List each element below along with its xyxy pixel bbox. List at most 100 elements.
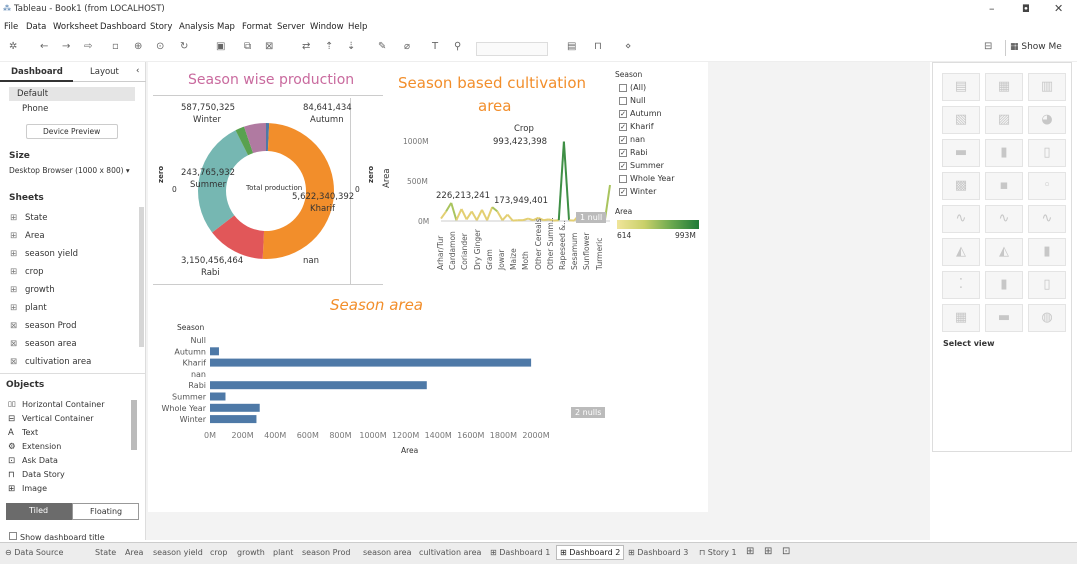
- tableau-home-icon[interactable]: ✲: [9, 41, 17, 52]
- show-cards-icon[interactable]: ▤: [567, 41, 576, 52]
- new-datasource-icon[interactable]: ⊕: [134, 41, 142, 52]
- menu-dashboard[interactable]: Dashboard: [100, 22, 146, 32]
- group-icon[interactable]: ⌀: [404, 41, 410, 52]
- tab-season-prod[interactable]: season Prod: [302, 548, 350, 557]
- minimize-icon[interactable]: –: [989, 2, 995, 15]
- divider: [0, 373, 146, 374]
- tab-season-yield[interactable]: season yield: [153, 548, 203, 557]
- tab-dashboard-2[interactable]: ⊞ Dashboard 2: [556, 545, 625, 560]
- tab-crop[interactable]: crop: [210, 548, 227, 557]
- bar-null-badge[interactable]: 2 nulls: [571, 407, 606, 418]
- new-worksheet-icon[interactable]: ⊞: [746, 546, 754, 557]
- menu-worksheet[interactable]: Worksheet: [53, 22, 98, 32]
- chart-type-thumbnail-icon[interactable]: ◦: [1028, 172, 1066, 200]
- chart-type-thumbnail-icon[interactable]: ◭: [942, 238, 980, 266]
- chart-type-thumbnail-icon[interactable]: ▯: [1028, 139, 1066, 167]
- tab-dashboard-1[interactable]: ⊞ Dashboard 1: [490, 548, 550, 557]
- show-me-button[interactable]: ▦ Show Me: [1005, 40, 1071, 56]
- chart-type-thumbnail-icon[interactable]: ▨: [985, 106, 1023, 134]
- tab-state[interactable]: State: [95, 548, 116, 557]
- tab-story-1[interactable]: ⊓ Story 1: [699, 548, 737, 557]
- tab-plant[interactable]: plant: [273, 548, 293, 557]
- undo-icon[interactable]: ←: [40, 41, 48, 52]
- menu-help[interactable]: Help: [348, 22, 367, 32]
- sheet-icon: ⊞: [10, 231, 18, 241]
- menu-bar: File Data Worksheet Dashboard Story Anal…: [0, 20, 1077, 36]
- floating-button[interactable]: Floating: [72, 503, 139, 520]
- tiled-button[interactable]: Tiled: [6, 503, 72, 520]
- chart-type-thumbnail-icon[interactable]: ◭: [985, 238, 1023, 266]
- chart-type-thumbnail-icon[interactable]: ▮: [1028, 238, 1066, 266]
- refresh-icon[interactable]: ↻: [180, 41, 188, 52]
- chart-type-thumbnail-icon[interactable]: ▧: [942, 106, 980, 134]
- chart-type-thumbnail-icon[interactable]: ∿: [942, 205, 980, 233]
- tab-season-area[interactable]: season area: [363, 548, 412, 557]
- chart-type-thumbnail-icon[interactable]: ▦: [942, 304, 980, 332]
- duplicate-icon[interactable]: ⧉: [244, 41, 251, 52]
- chart-type-thumbnail-icon[interactable]: ▮: [985, 271, 1023, 299]
- tab-dashboard[interactable]: Dashboard: [0, 62, 73, 82]
- replay-icon[interactable]: ⇨: [84, 41, 92, 52]
- chart-type-thumbnail-icon[interactable]: ▤: [942, 73, 980, 101]
- sort-desc-icon[interactable]: ⇣: [347, 41, 355, 52]
- clear-sheet-icon[interactable]: ⊠: [265, 41, 273, 52]
- chart-type-thumbnail-icon[interactable]: ▩: [942, 172, 980, 200]
- tab-cultivation-area[interactable]: cultivation area: [419, 548, 481, 557]
- sheets-scrollbar[interactable]: [139, 207, 144, 347]
- maximize-icon[interactable]: ◘: [1022, 4, 1030, 15]
- close-icon[interactable]: ✕: [1054, 2, 1063, 15]
- fit-dropdown[interactable]: [476, 42, 548, 56]
- extension-icon: ⚙: [8, 442, 16, 452]
- object-label: Ask Data: [22, 456, 58, 465]
- chart-type-thumbnail-icon[interactable]: ▦: [985, 73, 1023, 101]
- menu-map[interactable]: Map: [217, 22, 235, 32]
- save-icon[interactable]: ▫: [112, 41, 119, 52]
- chart-type-thumbnail-icon[interactable]: ▥: [1028, 73, 1066, 101]
- device-phone[interactable]: Phone: [22, 104, 48, 114]
- size-dropdown[interactable]: Desktop Browser (1000 x 800) ▾: [9, 166, 130, 175]
- tab-growth[interactable]: growth: [237, 548, 265, 557]
- tab-data-source[interactable]: ⊖ Data Source: [5, 548, 63, 557]
- chart-type-thumbnail-icon[interactable]: ∿: [1028, 205, 1066, 233]
- chart-type-thumbnail-icon[interactable]: ▬: [942, 139, 980, 167]
- redo-icon[interactable]: →: [62, 41, 70, 52]
- menu-window[interactable]: Window: [310, 22, 344, 32]
- menu-format[interactable]: Format: [242, 22, 272, 32]
- collapse-pane-icon[interactable]: ‹: [136, 66, 139, 76]
- chart-type-thumbnail-icon[interactable]: ▯: [1028, 271, 1066, 299]
- chart-type-thumbnail-icon[interactable]: ∿: [985, 205, 1023, 233]
- presentation-icon[interactable]: ⊓: [594, 41, 602, 52]
- highlight-icon[interactable]: ✎: [378, 41, 386, 52]
- tab-dashboard-3[interactable]: ⊞ Dashboard 3: [628, 548, 688, 557]
- device-default[interactable]: Default: [9, 87, 135, 101]
- chart-type-thumbnail-icon[interactable]: ▪: [985, 172, 1023, 200]
- sort-asc-icon[interactable]: ⇡: [325, 41, 333, 52]
- swap-icon[interactable]: ⇄: [302, 41, 310, 52]
- menu-file[interactable]: File: [4, 22, 18, 32]
- pause-icon[interactable]: ⊙: [156, 41, 164, 52]
- labels-icon[interactable]: T: [432, 41, 438, 52]
- tab-area[interactable]: Area: [125, 548, 143, 557]
- sheet-label: Area: [25, 231, 45, 241]
- share-icon[interactable]: ⋄: [625, 41, 631, 52]
- new-sheet-icon[interactable]: ▣: [216, 41, 225, 52]
- new-dashboard-icon[interactable]: ⊞: [764, 546, 772, 557]
- chart-type-thumbnail-icon[interactable]: ▮: [985, 139, 1023, 167]
- chart-type-thumbnail-icon[interactable]: ⁚: [942, 271, 980, 299]
- bar-chart[interactable]: Null Autumn Kharif nan Rabi Summer Whole Year W…: [148, 62, 708, 512]
- chart-type-thumbnail-icon[interactable]: ◍: [1028, 304, 1066, 332]
- select-view-text: Select view: [943, 339, 995, 348]
- new-story-icon[interactable]: ⊡: [782, 546, 790, 557]
- device-preview-label: Device Preview: [43, 127, 101, 136]
- menu-server[interactable]: Server: [277, 22, 305, 32]
- menu-analysis[interactable]: Analysis: [179, 22, 214, 32]
- chart-type-thumbnail-icon[interactable]: ▬: [985, 304, 1023, 332]
- objects-scrollbar[interactable]: [131, 400, 137, 450]
- menu-story[interactable]: Story: [150, 22, 172, 32]
- menu-data[interactable]: Data: [26, 22, 46, 32]
- show-me-icon[interactable]: ⊟: [984, 41, 992, 52]
- pin-icon[interactable]: ⚲: [454, 41, 461, 52]
- device-preview-button[interactable]: Device Preview: [26, 124, 118, 139]
- tab-layout[interactable]: Layout ‹: [73, 62, 146, 82]
- chart-type-thumbnail-icon[interactable]: ◕: [1028, 106, 1066, 134]
